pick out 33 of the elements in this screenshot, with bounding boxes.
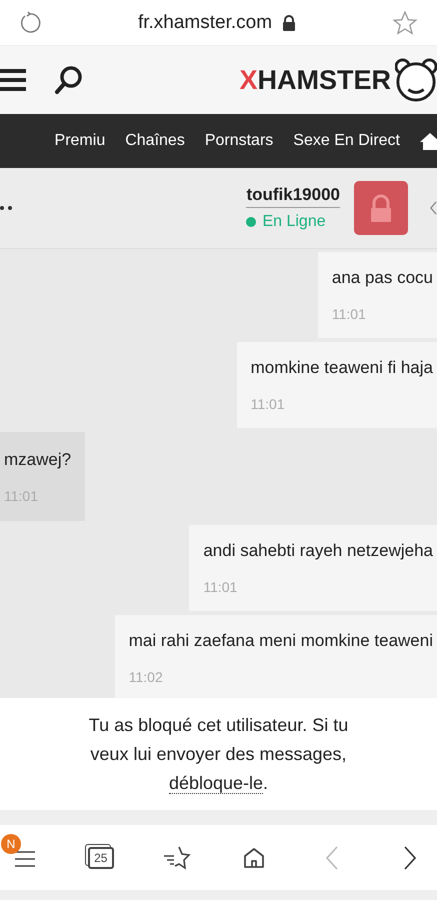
message-text: ana pas cocu [332,268,433,288]
message-text: mzawej? [4,450,72,470]
nav-link[interactable]: Sexe En Direct [293,132,400,150]
home-icon[interactable] [420,131,437,151]
bookmarks-icon[interactable] [162,844,191,870]
blocked-notice: Tu as bloqué cet utilisateur. Si tu veux lui envoyer des messages, débloque-le. [88,714,350,796]
lock-icon [282,14,296,30]
message-text: andi sahebti rayeh netzewjeha [203,541,433,561]
notification-badge: N [1,834,21,854]
home-icon[interactable] [242,846,266,870]
username[interactable]: toufik19000 [246,185,340,208]
hamster-icon[interactable] [395,56,437,104]
nav-link[interactable]: Pornstars [204,132,274,150]
unblock-link[interactable]: débloque-le [168,772,264,794]
message-time: 11:01 [250,396,285,412]
nav-link[interactable]: Premiu [54,132,106,150]
more-icon[interactable] [0,206,12,210]
menu-icon[interactable] [0,67,26,93]
message-text: momkine teaweni fi haja [250,358,433,378]
tabs-button[interactable]: 25 [88,846,114,868]
url-text[interactable]: fr.xhamster.com [138,12,272,34]
message-time: 11:02 [128,669,163,685]
message-text: mai rahi zaefana meni momkine teaweni [128,631,433,651]
reload-icon[interactable] [18,10,42,34]
message-time: 11:01 [203,579,238,595]
search-icon[interactable] [54,65,84,95]
forward-icon[interactable] [404,846,416,870]
status-text: En Ligne [262,213,326,231]
star-icon[interactable] [392,10,418,36]
chevron-icon[interactable] [430,201,437,215]
nav-link[interactable]: Chaînes [125,132,185,150]
message-time: 11:01 [332,306,366,322]
logo-text[interactable]: XHAMSTER [239,64,391,96]
